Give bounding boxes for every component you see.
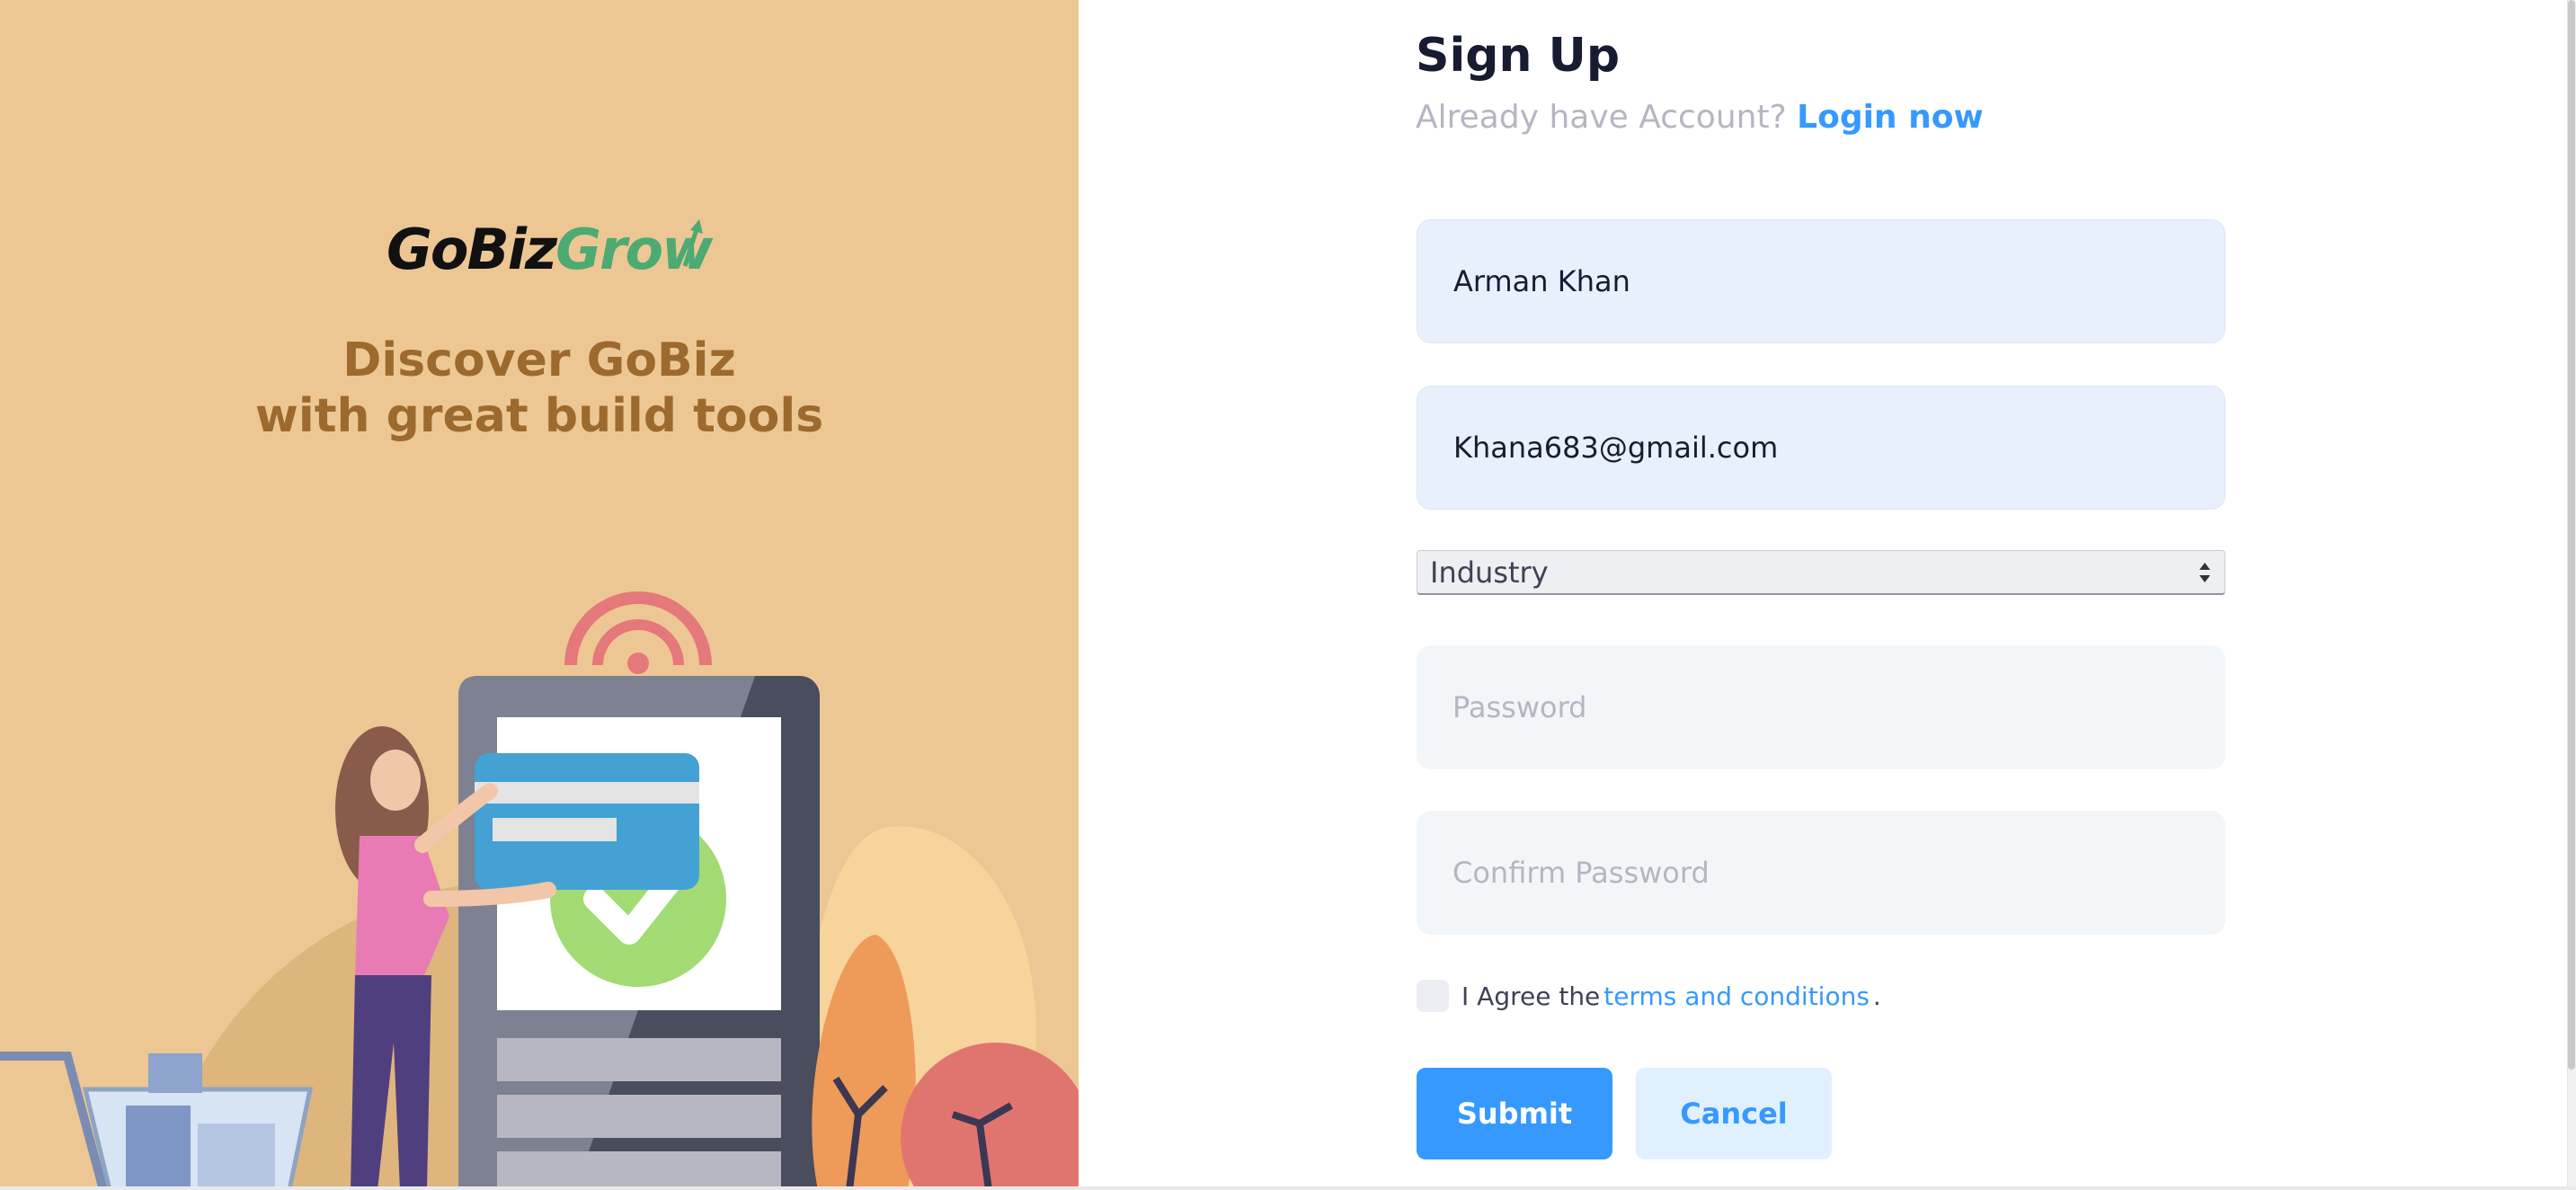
login-prompt-text: Already have Account? bbox=[1416, 99, 1787, 136]
email-value: Khana683@gmail.com bbox=[1453, 431, 1779, 465]
select-arrows-icon bbox=[2198, 561, 2212, 584]
terms-and-conditions-link[interactable]: terms and conditions bbox=[1603, 981, 1870, 1011]
full-name-input[interactable]: Arman Khan bbox=[1417, 219, 2225, 343]
industry-select[interactable]: Industry bbox=[1417, 550, 2225, 595]
page-title: Sign Up bbox=[1416, 29, 1621, 83]
password-input[interactable]: Password bbox=[1417, 645, 2225, 769]
scrollbar-thumb[interactable] bbox=[2568, 0, 2575, 1070]
confirm-password-input[interactable]: Confirm Password bbox=[1417, 811, 2225, 935]
tagline: Discover GoBiz with great build tools bbox=[0, 333, 1079, 444]
agree-suffix-text: . bbox=[1872, 981, 1881, 1011]
growth-arrow-icon bbox=[682, 219, 703, 267]
gobizgrow-logo: GoBizGrow bbox=[386, 214, 713, 286]
bottom-edge-divider bbox=[0, 1186, 2576, 1190]
confirm-password-placeholder: Confirm Password bbox=[1452, 856, 1710, 890]
left-panel: GoBizGrow Discover GoBiz with great buil… bbox=[0, 0, 1079, 1190]
signup-form-panel: Sign Up Already have Account? Login now … bbox=[1079, 0, 2576, 1190]
login-prompt: Already have Account? Login now bbox=[1416, 93, 1984, 142]
logo-text-gobiz: GoBiz bbox=[386, 217, 557, 282]
terms-agreement: I Agree the terms and conditions . bbox=[1417, 980, 1881, 1012]
cancel-button[interactable]: Cancel bbox=[1636, 1068, 1832, 1159]
tagline-line-1: Discover GoBiz bbox=[342, 333, 736, 387]
credit-card-icon bbox=[475, 753, 699, 890]
email-input[interactable]: Khana683@gmail.com bbox=[1417, 386, 2225, 510]
agree-checkbox[interactable] bbox=[1417, 980, 1449, 1012]
vertical-scrollbar[interactable] bbox=[2567, 0, 2576, 1190]
agree-prefix-text: I Agree the bbox=[1461, 981, 1601, 1011]
login-now-link[interactable]: Login now bbox=[1797, 99, 1984, 136]
shopping-kiosk-illustration bbox=[0, 591, 1079, 1190]
submit-button[interactable]: Submit bbox=[1417, 1068, 1612, 1159]
tagline-line-2: with great build tools bbox=[254, 389, 824, 443]
industry-selected-value: Industry bbox=[1430, 555, 1549, 590]
wifi-signal-icon bbox=[564, 591, 712, 674]
full-name-value: Arman Khan bbox=[1453, 264, 1630, 298]
password-placeholder: Password bbox=[1452, 690, 1587, 724]
